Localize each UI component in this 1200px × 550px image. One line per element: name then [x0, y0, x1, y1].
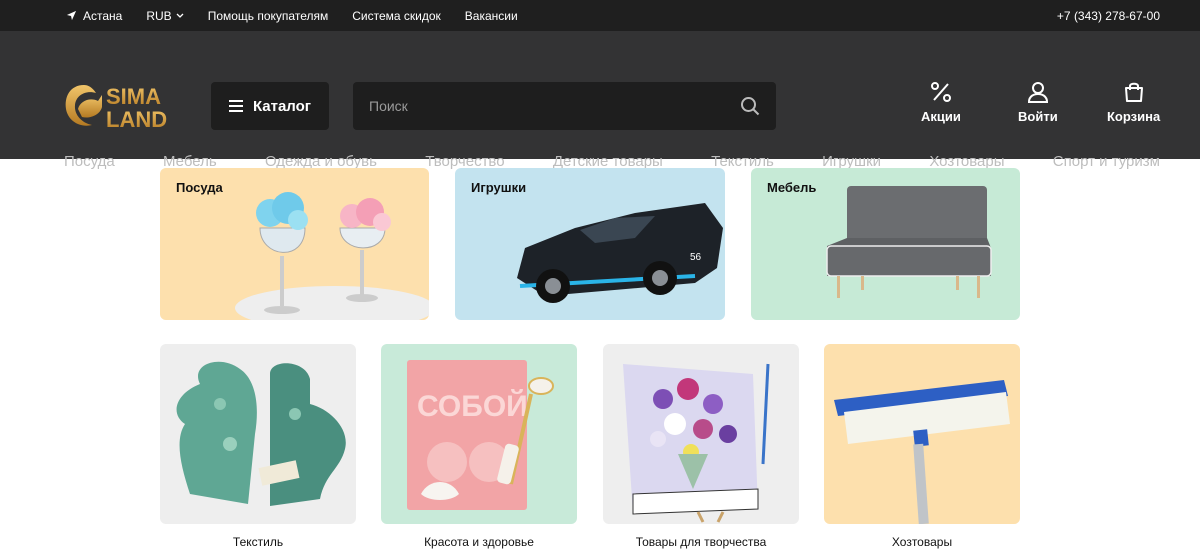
tile-textile[interactable] — [160, 344, 356, 524]
svg-text:СОБОЙ: СОБОЙ — [417, 389, 528, 423]
cosmetics-image: СОБОЙ — [407, 360, 554, 510]
currency-label: RUB — [146, 8, 172, 23]
tile-caption-creativity[interactable]: Товары для творчества — [603, 535, 799, 549]
logo[interactable]: SIMA LAND — [62, 81, 182, 132]
tile-household[interactable] — [824, 344, 1020, 524]
tile-caption-beauty[interactable]: Красота и здоровье — [381, 535, 577, 549]
search-input[interactable] — [369, 98, 740, 114]
link-help[interactable]: Помощь покупателям — [208, 9, 329, 23]
cart-label: Корзина — [1107, 109, 1161, 124]
city-selector[interactable]: Астана — [66, 9, 122, 23]
nav-item-dishes[interactable]: Посуда — [64, 153, 115, 170]
oven-mitt-image — [176, 361, 346, 506]
sofa-image — [826, 186, 992, 298]
user-icon — [1027, 82, 1048, 103]
header: SIMA LAND Каталог Акции Войти Корзина По… — [0, 31, 1200, 170]
nav-item-sport[interactable]: Спорт и туризм — [1053, 153, 1160, 170]
search-bar — [353, 82, 776, 130]
shopping-bag-icon — [1124, 82, 1143, 102]
tile-caption-textile[interactable]: Текстиль — [160, 535, 356, 549]
logo-text-bottom: LAND — [106, 107, 167, 131]
svg-text:56: 56 — [690, 252, 702, 263]
link-discounts[interactable]: Система скидок — [352, 9, 441, 23]
promo-button[interactable]: Акции — [921, 81, 961, 124]
tile-creativity[interactable] — [603, 344, 799, 524]
search-icon[interactable] — [740, 96, 760, 116]
cart-button[interactable]: Корзина — [1107, 81, 1160, 124]
promo-label: Акции — [921, 109, 961, 124]
window-squeegee-image — [834, 380, 1010, 524]
logo-text-top: SIMA — [106, 84, 161, 109]
login-label: Войти — [1018, 109, 1058, 124]
top-bar: Астана RUB Помощь покупателям Система ск… — [0, 0, 1200, 31]
tile-beauty[interactable]: СОБОЙ — [381, 344, 577, 524]
tile-caption-household[interactable]: Хозтовары — [824, 535, 1020, 549]
city-label: Астана — [83, 8, 123, 23]
dessert-glasses-image — [235, 192, 429, 320]
banner-dishes[interactable]: Посуда — [160, 168, 429, 320]
phone-number[interactable]: +7 (343) 278-67-00 — [1057, 9, 1160, 23]
link-vacancies[interactable]: Вакансии — [465, 9, 518, 23]
currency-selector[interactable]: RUB — [146, 8, 184, 23]
catalog-button[interactable]: Каталог — [211, 82, 329, 130]
paint-by-numbers-image — [623, 363, 770, 523]
location-arrow-icon — [66, 10, 77, 21]
banner-toys[interactable]: Игрушки 56 — [455, 168, 725, 320]
banner-furniture[interactable]: Мебель — [751, 168, 1020, 320]
catalog-label: Каталог — [252, 97, 312, 115]
login-button[interactable]: Войти — [1018, 81, 1058, 124]
toy-car-image: 56 — [517, 203, 723, 303]
logo-mark: SIMA LAND — [65, 84, 167, 132]
menu-icon — [228, 100, 243, 112]
chevron-down-icon — [176, 13, 184, 18]
percent-icon — [930, 82, 951, 102]
